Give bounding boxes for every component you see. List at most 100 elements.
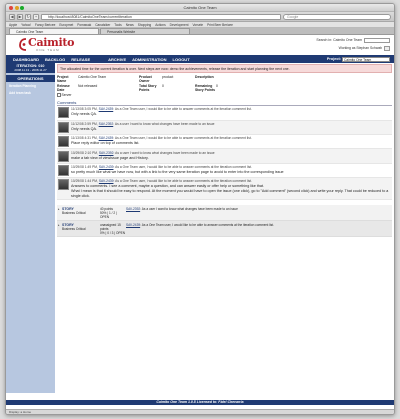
reload-icon[interactable]: ↻ <box>25 13 31 20</box>
comment-summary: : As a One Team user, I would like to be… <box>113 179 252 184</box>
bookmark-item[interactable]: Pomawak <box>77 23 91 27</box>
comment-text: 11/13/08 4:31 PM, SAV-2439: As a One Tea… <box>71 136 252 147</box>
story-type: STORY Business Critical <box>62 207 100 215</box>
issue-link[interactable]: SAV-2392 <box>99 151 114 155</box>
iteration-notice: The allocated time for the current itera… <box>57 64 392 73</box>
tab-personalis[interactable]: Personalis Website <box>100 28 190 34</box>
story-progress: 50% | 1 / 2 | OPEN <box>100 210 117 219</box>
bookmark-item[interactable]: Vorsele <box>192 23 203 27</box>
server-label: Server <box>61 92 72 97</box>
comment-body: Only needs QA. <box>71 126 98 131</box>
project-name-label: Project Name <box>57 75 69 83</box>
tab-caimito[interactable]: Caimito One Team <box>9 28 99 34</box>
bookmark-item[interactable]: Print Beer Bericee <box>207 23 233 27</box>
footer: Caimito One Team 1.0.5 Licensed to: Fide… <box>6 400 394 405</box>
title-bar: Caimito One Team <box>6 4 394 12</box>
sidebar-item-iteration-planning[interactable]: Iteration Planning <box>6 82 55 89</box>
comment-text: 10/29/08 1:49 PM, SAV-2439: As a One Tea… <box>71 165 284 176</box>
story-priority: Business Critical <box>62 226 86 231</box>
header-search-input[interactable] <box>364 38 390 43</box>
nav-administration[interactable]: ADMINISTRATION <box>132 57 166 62</box>
window-controls <box>9 6 24 10</box>
story-row[interactable]: ▸ STORY Business Critical unassigned 15 poi… <box>57 221 392 238</box>
comment-body: Only needs QA. <box>71 112 98 117</box>
avatar <box>58 136 69 148</box>
bookmark-item[interactable]: Yahoo! <box>21 23 31 27</box>
forward-icon[interactable]: ▶ <box>17 13 23 20</box>
logo-icon <box>19 38 27 51</box>
comments-list: 11/13/08 3:05 PM, SAV-2439: As a One Tea… <box>57 106 392 201</box>
issue-link[interactable]: SAV-2392 <box>99 122 114 126</box>
comment-item: 11/12/08 2:59 PM, SAV-2392: As a user I … <box>57 120 392 136</box>
sidebar: ITERATION: 010 2008.11.13 - 2008.11.27 O… <box>6 63 55 393</box>
bookmark-item[interactable]: Tools <box>114 23 121 27</box>
description-label: Description <box>195 75 214 79</box>
body-area: ITERATION: 010 2008.11.13 - 2008.11.27 O… <box>6 63 394 393</box>
story-row[interactable]: ▸ STORY Business Critical 40 points 50% | 1 … <box>57 205 392 222</box>
issue-link[interactable]: SAV-2439 <box>99 179 114 183</box>
release-date-label: Release Date <box>57 83 70 92</box>
iteration-box: ITERATION: 010 2008.11.13 - 2008.11.27 <box>6 63 55 73</box>
bookmark-item[interactable]: Apple <box>9 23 17 27</box>
bookmark-item[interactable]: Actions <box>155 23 165 27</box>
nav-release[interactable]: RELEASE <box>71 57 90 62</box>
bookmark-item[interactable]: News <box>126 23 134 27</box>
search-field[interactable]: Google <box>283 13 391 20</box>
avatar <box>58 150 69 162</box>
main-nav: DASHBOARD BACKLOG RELEASE ARCHIVE ADMINI… <box>6 55 394 63</box>
bookmark-item[interactable]: Development <box>170 23 189 27</box>
browser-window: Caimito One Team ◀ ▶ ↻ + http://localhos… <box>5 3 395 415</box>
close-window-icon[interactable] <box>9 6 13 10</box>
story-title-text: : As a user I want to know what changes … <box>140 206 238 211</box>
story-progress: 0% | 0 / 3 | OPEN <box>100 230 126 235</box>
add-icon[interactable]: + <box>33 13 39 20</box>
avatar <box>58 179 69 191</box>
comment-body: Answers to comments. I see a comment, ma… <box>71 184 389 198</box>
story-link[interactable]: SAV-2439 <box>126 223 140 227</box>
issue-link[interactable]: SAV-2439 <box>99 165 114 169</box>
nav-dashboard[interactable]: DASHBOARD <box>13 57 39 62</box>
comment-body: so pretty much like what we have now, bu… <box>71 169 284 174</box>
remaining-points-value: 0 <box>216 83 218 88</box>
bookmark-item[interactable]: Fancy Bericee <box>35 23 55 27</box>
comment-body: make a tab view of viewIssue page and Hi… <box>71 155 149 160</box>
issue-link[interactable]: SAV-2439 <box>99 136 114 140</box>
address-bar[interactable]: http://localhost:8081/CaimitoOneTeam/cur… <box>41 13 281 20</box>
comment-header: 11/13/08 3:05 PM, SAV-2439: As a One Tea… <box>71 107 252 111</box>
comment-meta: 11/12/08 2:59 PM, <box>71 121 99 126</box>
project-label: Project: <box>326 57 341 61</box>
avatar <box>58 164 69 176</box>
stories-list: ▸ STORY Business Critical 40 points 50% | 1 … <box>57 205 392 238</box>
bookmark-item[interactable]: Europmet <box>59 23 73 27</box>
comment-text: 10/29/08 1:44 PM, SAV-2439: As a One Tea… <box>71 179 391 198</box>
nav-logout[interactable]: LOGOUT <box>173 57 190 62</box>
bookmark-item[interactable]: Canalsiker <box>95 23 110 27</box>
comment-meta: 11/13/08 4:31 PM, <box>71 136 99 141</box>
sidebar-item-add-team-task[interactable]: Add team task <box>6 89 55 96</box>
comment-text: 10/29/08 2:10 PM, SAV-2392: As a user I … <box>71 151 215 162</box>
user-button[interactable] <box>384 46 390 51</box>
issue-link[interactable]: SAV-2439 <box>99 107 114 111</box>
browser-toolbar: ◀ ▶ ↻ + http://localhost:8081/CaimitoOne… <box>6 12 394 22</box>
server-checkbox[interactable] <box>57 93 61 97</box>
tab-bar: Caimito One Team Personalis Website <box>6 28 394 35</box>
nav-backlog[interactable]: BACKLOG <box>45 57 65 62</box>
back-icon[interactable]: ◀ <box>9 13 15 20</box>
total-points-value: 0 <box>162 83 164 88</box>
comment-item: 11/13/08 4:31 PM, SAV-2439: As a One Tea… <box>57 135 392 150</box>
zoom-window-icon[interactable] <box>20 6 24 10</box>
remaining-points-label: Remaining Story Points <box>195 83 215 92</box>
release-date-value: Not released <box>78 83 98 88</box>
comment-meta: 10/29/08 1:44 PM, <box>71 179 99 184</box>
story-points: unassigned 15 points <box>100 222 121 231</box>
project-meta: Project Name Caimito One Team Product Ow… <box>57 75 392 92</box>
story-link[interactable]: SAV-2392 <box>126 207 140 211</box>
nav-archive[interactable]: ARCHIVE <box>108 57 126 62</box>
comment-summary: : As a user I want to know what changes … <box>113 121 215 126</box>
minimize-window-icon[interactable] <box>14 6 19 10</box>
comment-item: 10/29/08 1:49 PM, SAV-2439: As a One Tea… <box>57 164 392 179</box>
bookmark-item[interactable]: Shopping <box>138 23 151 27</box>
description-value <box>216 75 392 83</box>
story-priority: Business Critical <box>62 210 86 215</box>
project-select[interactable]: Caimito One Team <box>342 56 390 62</box>
